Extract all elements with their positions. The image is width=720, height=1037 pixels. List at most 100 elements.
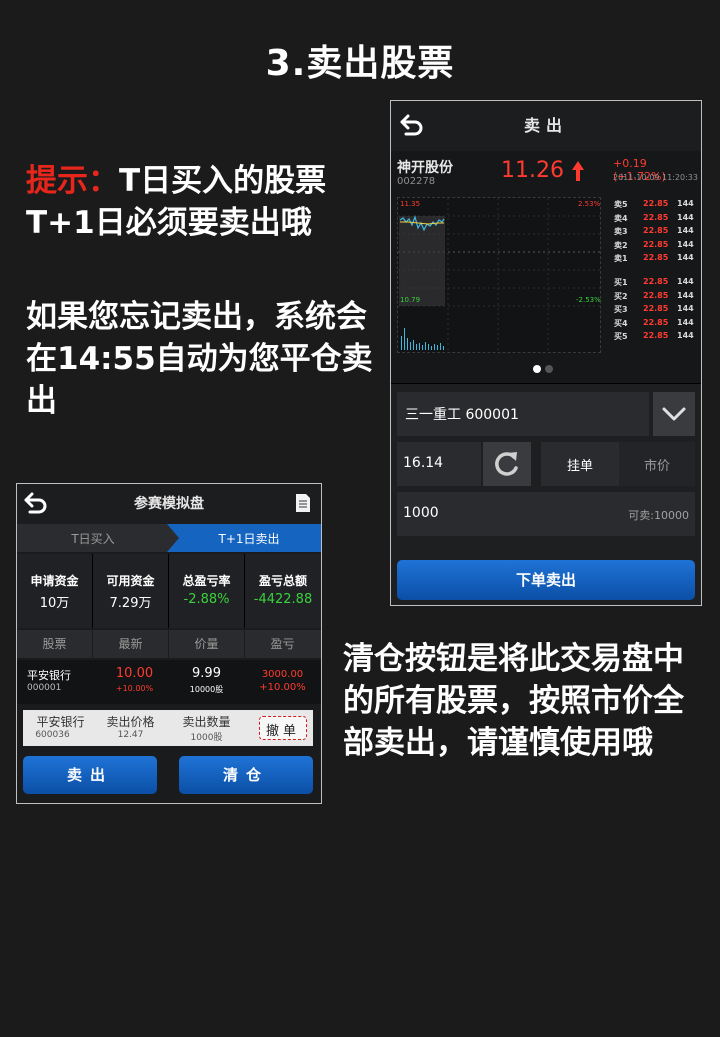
intraday-chart[interactable]: 11.35 2.53% 10.79 -2.53%	[397, 197, 601, 353]
up-arrow-icon	[572, 161, 584, 181]
bid-row: 买5 22.85 144	[611, 331, 701, 345]
cancel-order-button[interactable]: 撤单	[259, 716, 307, 740]
holding-volume: 10000股	[189, 685, 224, 694]
ask-row: 卖2 22.85 144	[611, 240, 701, 254]
sell-title: 卖出	[523, 116, 568, 135]
ask-price: 22.85	[643, 239, 669, 249]
stat-value: -4422.88	[253, 592, 313, 607]
clear-position-button[interactable]: 清仓	[179, 756, 313, 794]
sell-header: 卖出	[391, 101, 701, 152]
stat-label: 总盈亏率	[182, 574, 231, 588]
stock-select-field[interactable]: 三一重工 600001	[397, 392, 649, 436]
ask-label: 卖4	[614, 213, 628, 223]
stock-code: 002278	[397, 176, 436, 187]
page-indicator[interactable]	[531, 358, 561, 373]
ask-row: 卖1 22.85 144	[611, 253, 701, 267]
pending-order-qty: 1000股	[190, 733, 223, 743]
holdings-table-header: 股票 最新 价量 盈亏	[17, 630, 321, 658]
tab-t-day-buy-label: T日买入	[71, 532, 115, 546]
holding-row[interactable]: 平安银行 000001 10.00 +10.00% 9.99 10000股 30…	[17, 660, 321, 704]
stat-total-pnl: 盈亏总额 -4422.88	[245, 554, 321, 628]
col-price-volume: 价量	[169, 630, 245, 658]
stat-value: -2.88%	[183, 592, 230, 607]
tip-note: 提示：T日买入的股票 T+1日必须要卖出哦	[26, 160, 376, 244]
quote-datetime: 2011-10-09 11:20:33	[613, 173, 698, 182]
tip-line-1: T日买入的股票	[119, 163, 327, 199]
col-pnl: 盈亏	[270, 637, 295, 651]
bid-volume: 144	[677, 331, 694, 341]
pending-order-row: 平安银行 600036 卖出价格 12.47 卖出数量 1000股 撤单	[23, 710, 313, 746]
order-book: 卖5 22.85 144 卖4 22.85 144 卖3 22.85 144 卖2 22.85…	[611, 199, 701, 345]
chevron-down-icon	[662, 407, 686, 421]
page-dot-active[interactable]	[533, 365, 541, 373]
auto-close-note: 如果您忘记卖出，系统会在14:55自动为您平仓卖出	[26, 299, 373, 419]
bid-row: 买1 22.85 144	[611, 277, 701, 291]
bid-volume: 144	[677, 276, 694, 286]
market-price-label: 市价	[643, 459, 670, 474]
stat-total-pnl-rate: 总盈亏率 -2.88%	[169, 554, 245, 628]
stat-applied-funds: 申请资金 10万	[17, 554, 93, 628]
back-icon[interactable]	[23, 492, 49, 514]
bid-label: 买5	[614, 332, 628, 342]
ask-label: 卖2	[614, 240, 628, 250]
sell-button[interactable]: 卖出	[23, 756, 157, 794]
holding-pnl-pct: +10.00%	[259, 682, 306, 693]
ask-price: 22.85	[643, 212, 669, 222]
bid-label: 买4	[614, 318, 628, 328]
stock-quote: 神开股份 002278 11.26 +0.19 (+1.72%) 2011-10…	[391, 151, 701, 193]
back-icon[interactable]	[399, 113, 425, 137]
stat-label: 可用资金	[106, 574, 155, 588]
document-icon[interactable]	[295, 493, 311, 513]
chart-high-label: 11.35	[400, 200, 421, 208]
tab-t1-day-sell-label: T+1日卖出	[218, 532, 280, 546]
stat-value: 7.29万	[109, 596, 152, 611]
pending-order-price: 12.47	[117, 730, 144, 740]
quantity-value: 1000	[403, 505, 439, 521]
tab-t1-day-sell[interactable]: T+1日卖出	[167, 524, 321, 552]
stock-price: 11.26	[501, 158, 564, 183]
tip-label: 提示：	[26, 163, 119, 199]
sell-button-label: 卖出	[66, 766, 113, 784]
limit-order-label: 挂单	[566, 459, 593, 474]
refresh-price-button[interactable]	[483, 442, 531, 486]
bid-label: 买1	[614, 277, 628, 287]
intraday-chart-graphic	[398, 198, 600, 352]
ask-price: 22.85	[643, 253, 669, 263]
page-dot[interactable]	[545, 365, 553, 373]
holding-pnl: 3000.00	[261, 669, 304, 680]
ask-volume: 144	[677, 253, 694, 263]
price-input[interactable]: 16.14	[397, 442, 481, 486]
bid-volume: 144	[677, 304, 694, 314]
chart-low-pct: -2.53%	[576, 296, 601, 304]
market-price-button[interactable]: 市价	[619, 442, 695, 486]
stock-select-value: 三一重工 600001	[405, 407, 519, 423]
place-sell-order-button[interactable]: 下单卖出	[397, 560, 695, 600]
simulation-screen: 参赛模拟盘 T日买入 T+1日卖出 申请资金 10万 可用资金 7.29万 总盈…	[16, 483, 322, 804]
refresh-icon	[495, 452, 518, 476]
tip-line-2: T+1日必须要卖出哦	[26, 205, 312, 241]
ask-row: 卖3 22.85 144	[611, 226, 701, 240]
pending-order-code: 600036	[35, 730, 70, 740]
bid-label: 买2	[614, 291, 628, 301]
ask-label: 卖1	[614, 254, 628, 264]
stat-label: 盈亏总额	[258, 574, 307, 588]
limit-order-button[interactable]: 挂单	[541, 442, 619, 486]
holding-price: 9.99	[192, 666, 221, 681]
stock-dropdown-button[interactable]	[653, 392, 695, 436]
bid-row: 买4 22.85 144	[611, 318, 701, 332]
account-stats: 申请资金 10万 可用资金 7.29万 总盈亏率 -2.88% 盈亏总额 -44…	[17, 554, 321, 628]
stat-label: 申请资金	[30, 574, 79, 588]
col-latest: 最新	[93, 630, 169, 658]
chart-low-label: 10.79	[400, 296, 421, 304]
tab-t-day-buy[interactable]: T日买入	[17, 524, 169, 552]
sim-header: 参赛模拟盘	[17, 484, 321, 524]
bid-price: 22.85	[643, 290, 669, 300]
ask-label: 卖3	[614, 227, 628, 237]
page-title: 3.卖出股票	[265, 43, 455, 84]
clear-position-label: 清仓	[222, 766, 269, 784]
bid-price: 22.85	[643, 276, 669, 286]
pending-order-name: 平安银行	[36, 715, 85, 729]
quantity-input[interactable]: 1000 可卖:10000	[397, 492, 695, 536]
ask-row: 卖5 22.85 144	[611, 199, 701, 213]
holding-name: 平安银行	[27, 669, 71, 682]
